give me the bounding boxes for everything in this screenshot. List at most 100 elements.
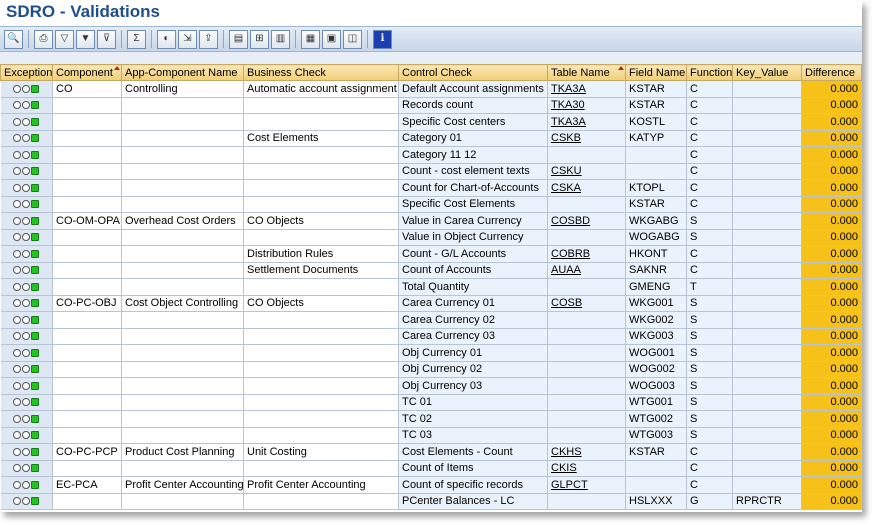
table-row[interactable]: Records count TKA30 KSTAR C 0.000 (0, 97, 862, 114)
table-name-link[interactable]: CKHS (551, 446, 582, 458)
column-header-control-check[interactable]: Control Check (398, 64, 548, 81)
information-button[interactable]: i (373, 29, 392, 49)
column-header-key-value[interactable]: Key_Value (732, 64, 802, 81)
column-header-table-name[interactable]: Table Name (547, 64, 626, 81)
table-row[interactable]: Carea Currency 03 WKG003 S 0.000 (0, 328, 862, 345)
key-value-cell (732, 427, 802, 444)
field-name-text: WKGABG (629, 214, 679, 227)
table-row[interactable]: Count - cost element texts CSKU C 0.000 (0, 163, 862, 180)
table-row[interactable]: CO Controlling Automatic account assignmen… (0, 80, 862, 98)
difference-cell: 0.000 (801, 97, 862, 114)
layout-save-button[interactable]: ◫ (343, 29, 362, 49)
table-name-link[interactable]: TKA3A (551, 83, 586, 95)
difference-text: 0.000 (830, 181, 858, 194)
table-row[interactable]: Carea Currency 02 WKG002 S 0.000 (0, 311, 862, 329)
table-row[interactable]: Category 11 12 C 0.000 (0, 146, 862, 164)
table-name-link[interactable]: TKA30 (551, 99, 585, 111)
table-name-cell[interactable]: AUAA (547, 262, 626, 279)
key-value-cell (732, 460, 802, 477)
table-name-cell[interactable]: TKA3A (547, 80, 626, 98)
table-name-cell[interactable]: TKA3A (547, 113, 626, 131)
control-check-cell: Records count (398, 97, 548, 114)
table-row[interactable]: Count of Items CKIS C 0.000 (0, 460, 862, 477)
table-name-link[interactable]: AUAA (551, 264, 581, 276)
exception-cell (0, 229, 53, 246)
print-button[interactable]: ⎙ (34, 29, 53, 49)
table-row[interactable]: Cost Elements Category 01 CSKB KATYP C 0.000 (0, 130, 862, 147)
filter-set-button[interactable]: ▼ (76, 29, 95, 49)
table-name-cell[interactable]: COSB (547, 295, 626, 312)
function-text: S (690, 313, 698, 326)
table-row[interactable]: Total Quantity GMENG T 0.000 (0, 278, 862, 296)
table-name-cell[interactable]: CSKU (547, 163, 626, 180)
control-check-cell: Specific Cost Elements (398, 196, 548, 213)
table-row[interactable]: TC 01 WTG001 S 0.000 (0, 394, 862, 411)
table-name-link[interactable]: CSKA (551, 182, 581, 194)
table-name-cell (547, 278, 626, 296)
layout-select-button[interactable]: ▣ (322, 29, 341, 49)
table-row[interactable]: Obj Currency 03 WOG003 S 0.000 (0, 377, 862, 395)
table-name-cell[interactable]: CSKA (547, 179, 626, 197)
table-row[interactable]: Obj Currency 01 WOG001 S 0.000 (0, 344, 862, 362)
table-view-button[interactable]: ▦ (301, 29, 320, 49)
table-name-link[interactable]: COSBD (551, 215, 590, 227)
views-button[interactable]: ◐ (157, 29, 176, 49)
table-row[interactable]: Specific Cost Elements KSTAR C 0.000 (0, 196, 862, 213)
export-button[interactable]: ⇲ (178, 29, 197, 49)
table-name-link[interactable]: CSKB (551, 132, 581, 144)
column-header-exception[interactable]: Exception (0, 64, 53, 81)
save-button[interactable]: ▤ (229, 29, 248, 49)
table-name-cell[interactable]: TKA30 (547, 97, 626, 114)
sum-button[interactable]: Σ (127, 29, 146, 49)
column-header-difference[interactable]: Difference (801, 64, 862, 81)
filter-button[interactable]: ▽ (55, 29, 74, 49)
table-name-cell[interactable]: COBRB (547, 245, 626, 263)
column-header-label: Business Check (247, 66, 326, 79)
business-check-cell (243, 344, 399, 362)
table-name-cell[interactable]: GLPCT (547, 476, 626, 494)
column-header-business-check[interactable]: Business Check (243, 64, 399, 81)
table-row[interactable]: Specific Cost centers TKA3A KOSTL C 0.000 (0, 113, 862, 131)
table-name-cell[interactable]: COSBD (547, 212, 626, 230)
table-row[interactable]: Obj Currency 02 WOG002 S 0.000 (0, 361, 862, 378)
table-name-link[interactable]: TKA3A (551, 116, 586, 128)
field-name-text: KSTAR (629, 82, 665, 95)
chart-button[interactable]: ▥ (271, 29, 290, 49)
table-name-link[interactable]: GLPCT (551, 479, 588, 491)
control-check-text: Obj Currency 02 (402, 363, 483, 376)
table-row[interactable]: PCenter Balances - LC HSLXXX G RPRCTR 0.000 (0, 493, 862, 510)
difference-cell: 0.000 (801, 179, 862, 197)
table-row[interactable]: Count for Chart-of-Accounts CSKA KTOPL C 0.0… (0, 179, 862, 197)
exception-cell (0, 295, 53, 312)
column-header-field-name[interactable]: Field Name (625, 64, 687, 81)
app-component-cell (121, 146, 244, 164)
table-row[interactable]: TC 03 WTG003 S 0.000 (0, 427, 862, 444)
table-row[interactable]: Distribution Rules Count - G/L Accounts CO… (0, 245, 862, 263)
filter-delete-button[interactable]: ⊽ (97, 29, 116, 49)
table-row[interactable]: TC 02 WTG002 S 0.000 (0, 410, 862, 428)
column-header-function[interactable]: Function (686, 64, 733, 81)
table-row[interactable]: CO-PC-OBJ Cost Object Controlling CO Objec… (0, 295, 862, 312)
table-row[interactable]: Settlement Documents Count of Accounts AUA… (0, 262, 862, 279)
table-row[interactable]: CO-OM-OPA Overhead Cost Orders CO Objects V… (0, 212, 862, 230)
table-name-link[interactable]: COBRB (551, 248, 590, 260)
layout-change-button[interactable]: ⊞ (250, 29, 269, 49)
table-name-cell[interactable]: CKHS (547, 443, 626, 461)
exception-cell (0, 344, 53, 362)
table-name-link[interactable]: CKIS (551, 462, 577, 474)
field-name-text: HKONT (629, 247, 668, 260)
function-cell: S (686, 377, 733, 395)
table-name-link[interactable]: COSB (551, 297, 582, 309)
column-header-app-component-name[interactable]: App-Component Name (121, 64, 244, 81)
traffic-light-green-icon (13, 249, 40, 258)
table-name-cell[interactable]: CSKB (547, 130, 626, 147)
table-row[interactable]: EC-PCA Profit Center Accounting Profit Cen… (0, 476, 862, 494)
table-name-link[interactable]: CSKU (551, 165, 582, 177)
details-button[interactable]: 🔍 (4, 29, 23, 49)
table-name-cell[interactable]: CKIS (547, 460, 626, 477)
table-row[interactable]: CO-PC-PCP Product Cost Planning Unit Costi… (0, 443, 862, 461)
send-button[interactable]: ⇪ (199, 29, 218, 49)
component-cell: CO (52, 80, 122, 98)
table-row[interactable]: Value in Object Currency WOGABG S 0.000 (0, 229, 862, 246)
column-header-component[interactable]: Component (52, 64, 122, 81)
